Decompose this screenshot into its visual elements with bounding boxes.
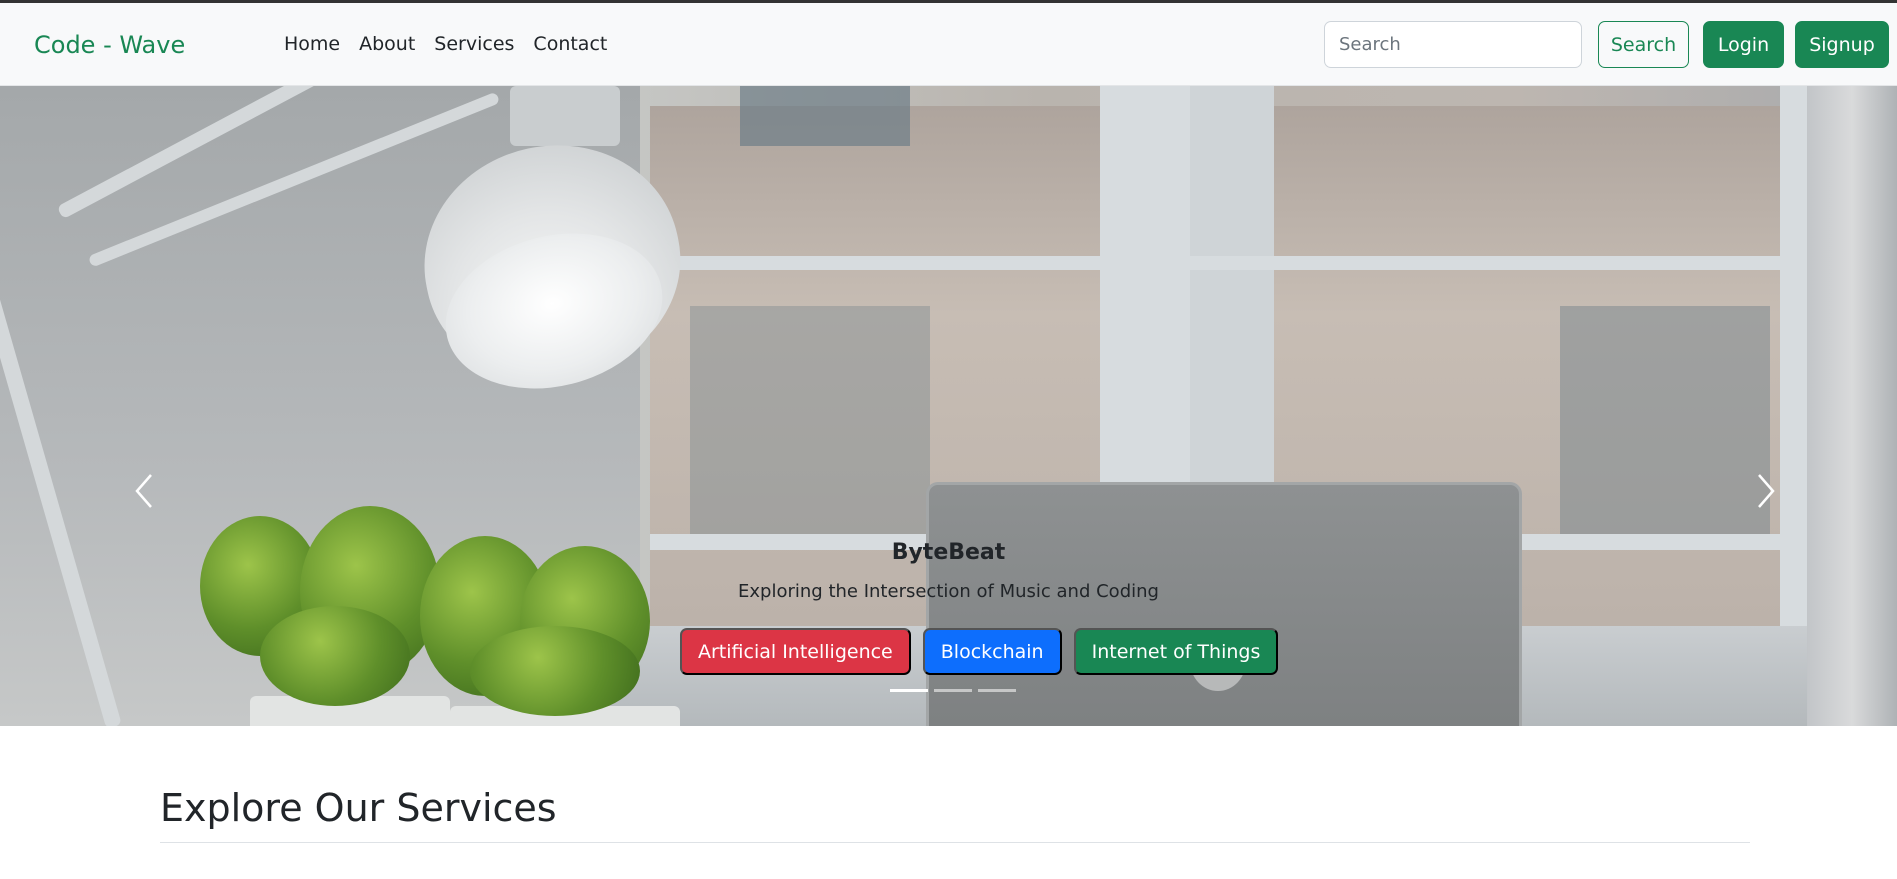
nav-link-about[interactable]: About	[359, 33, 415, 55]
carousel-indicator-3[interactable]	[978, 689, 1016, 692]
tag-internet-of-things[interactable]: Internet of Things	[1073, 628, 1279, 675]
background-window	[740, 86, 910, 146]
carousel-prev-button[interactable]	[124, 466, 164, 516]
nav-link-home[interactable]: Home	[284, 33, 340, 55]
tag-artificial-intelligence[interactable]: Artificial Intelligence	[680, 628, 911, 675]
curtain	[1807, 86, 1897, 726]
carousel-caption-title: ByteBeat	[891, 540, 1006, 565]
chevron-right-icon	[1758, 474, 1775, 508]
section-divider	[160, 842, 1750, 843]
navbar: Code - Wave Home About Services Contact …	[0, 3, 1897, 86]
carousel-indicators	[890, 689, 1016, 692]
nav-links: Home About Services Contact	[284, 33, 626, 55]
search-button[interactable]: Search	[1598, 21, 1689, 68]
carousel-next-button[interactable]	[1746, 466, 1786, 516]
background-window	[690, 306, 930, 546]
topic-tags: Artificial Intelligence Blockchain Inter…	[680, 628, 1279, 675]
plant-leaf	[470, 626, 640, 716]
plant-leaf	[260, 606, 410, 706]
nav-link-contact[interactable]: Contact	[533, 33, 607, 55]
carousel-indicator-2[interactable]	[934, 689, 972, 692]
nav-link-services[interactable]: Services	[434, 33, 514, 55]
carousel-indicator-1[interactable]	[890, 689, 928, 692]
tag-blockchain[interactable]: Blockchain	[922, 628, 1062, 675]
section-heading: Explore Our Services	[160, 786, 557, 830]
brand-logo[interactable]: Code - Wave	[34, 31, 185, 59]
window-frame	[650, 256, 1800, 270]
background-window	[1560, 306, 1770, 536]
search-input[interactable]	[1324, 21, 1582, 68]
chevron-left-icon	[135, 474, 152, 508]
login-button[interactable]: Login	[1703, 21, 1784, 68]
lamp-joint	[510, 86, 620, 146]
carousel-caption-subtitle: Exploring the Intersection of Music and …	[738, 581, 1159, 602]
signup-button[interactable]: Signup	[1795, 21, 1889, 68]
